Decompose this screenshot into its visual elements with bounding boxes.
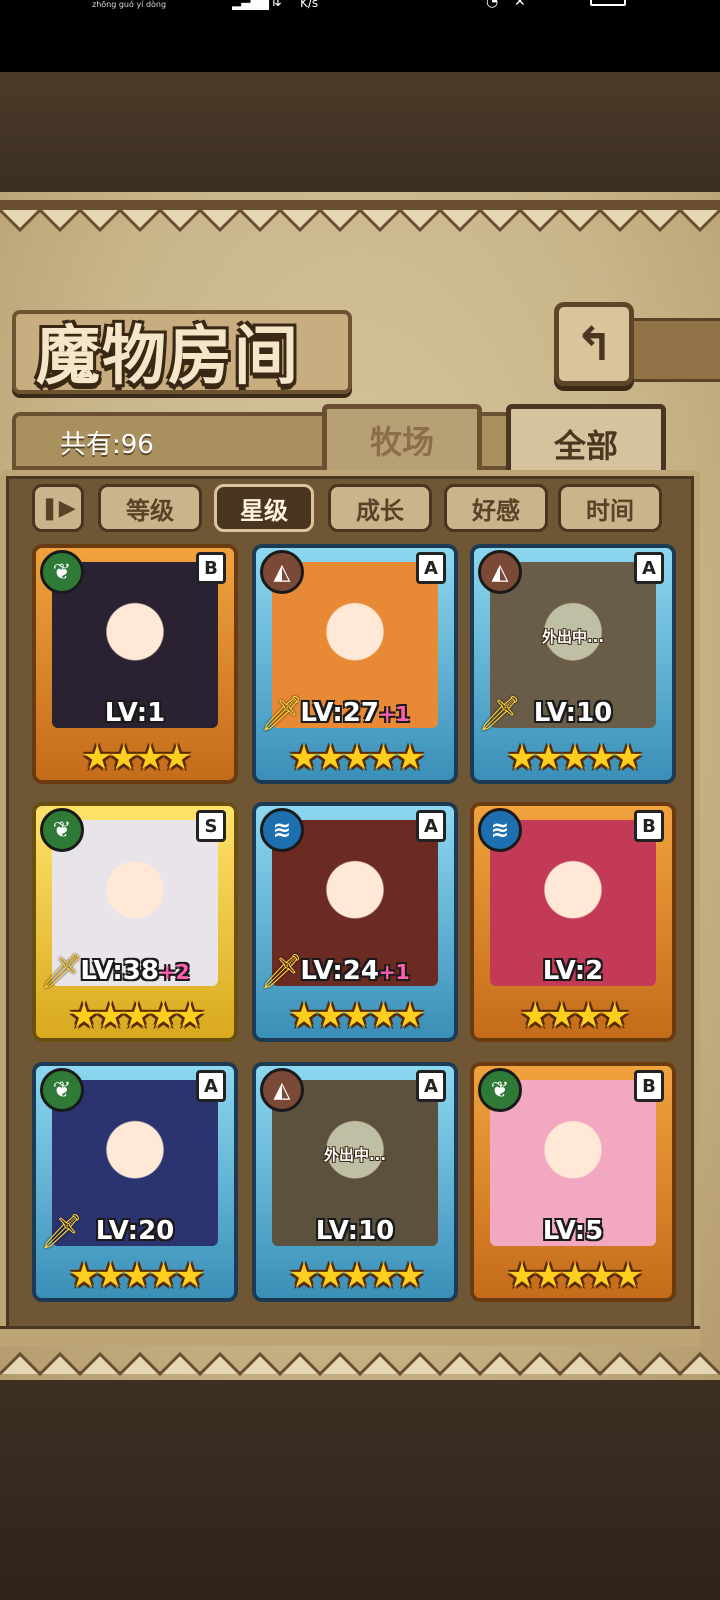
level-label: LV:1 [32, 698, 238, 728]
wifi-icon: ⇅ [270, 0, 282, 10]
water-element-icon: ≋ [260, 808, 304, 852]
star-rating: ★★★★★ [68, 1256, 205, 1296]
monster-card[interactable]: ≋ B LV:2 ★★★★ [470, 802, 676, 1042]
monster-count: 共有:96 [60, 430, 154, 460]
level-value: LV:5 [542, 1216, 604, 1246]
nature-element-icon: ❦ [40, 550, 84, 594]
level-value: LV:10 [533, 698, 613, 728]
star-rating: ★★★★★ [506, 1256, 643, 1296]
back-button-rail [620, 318, 720, 382]
earth-element-icon: ◭ [260, 550, 304, 594]
rank-badge: A [416, 1070, 446, 1102]
nature-element-icon: ❦ [40, 808, 84, 852]
monster-card[interactable]: ◭ A 外出中... LV:10 ★★★★★ [252, 1062, 458, 1302]
monster-card[interactable]: ≋ A 🗡 LV:24+1 ★★★★★ [252, 802, 458, 1042]
monster-card[interactable]: ◭ A 🗡 LV:27+1 ★★★★★ [252, 544, 458, 784]
level-label: LV:10 [252, 1216, 458, 1246]
star-rating: ★★★★ [82, 738, 192, 778]
tab-all[interactable]: 全部 [506, 404, 666, 478]
tab-all-label: 全部 [553, 426, 618, 465]
star-rating: ★★★★★ [506, 738, 643, 778]
monster-card[interactable]: ❦ S 🗡 LV:38+2 ★★★★★ [32, 802, 238, 1042]
level-label: LV:27+1 [252, 698, 458, 728]
level-value: LV:38 [80, 956, 159, 986]
map-background-top [0, 72, 720, 202]
level-label: LV:5 [470, 1216, 676, 1246]
battery-icon [590, 0, 626, 6]
tab-farm[interactable]: 牧场 [322, 404, 482, 470]
water-element-icon: ≋ [478, 808, 522, 852]
level-value: LV:10 [315, 1216, 395, 1246]
network-speed: K/s [300, 0, 319, 10]
level-value: LV:1 [104, 698, 166, 728]
sort-level-label: 等级 [126, 496, 174, 525]
status-bar: zhōng guó yí dòng ▂▄▆█ ⇅ K/s ◔ ✕ [0, 0, 720, 72]
star-rating: ★★★★★ [68, 996, 205, 1036]
level-label: LV:24+1 [252, 956, 458, 986]
back-arrow-icon: ↰ [574, 317, 614, 371]
star-rating: ★★★★★ [288, 996, 425, 1036]
rank-badge: S [196, 810, 226, 842]
mute-icon: ✕ [514, 0, 526, 10]
rank-badge: A [416, 810, 446, 842]
level-bonus: +1 [378, 960, 410, 984]
earth-element-icon: ◭ [478, 550, 522, 594]
rank-badge: B [634, 810, 664, 842]
level-label: LV:20 [32, 1216, 238, 1246]
panel-bottom-rail [0, 1326, 700, 1346]
star-rating: ★★★★★ [288, 1256, 425, 1296]
map-background-bottom [0, 1380, 720, 1600]
sort-growth-label: 成长 [356, 496, 404, 525]
monster-card[interactable]: ❦ B LV:5 ★★★★★ [470, 1062, 676, 1302]
signal-icon: ▂▄▆█ [232, 0, 269, 10]
zigzag-border-bottom [0, 1351, 720, 1377]
level-label: LV:38+2 [32, 956, 238, 986]
level-value: LV:24 [300, 956, 379, 986]
star-rating: ★★★★★ [288, 738, 425, 778]
level-value: LV:27 [300, 698, 379, 728]
sort-order-toggle[interactable]: ❚▶ [32, 484, 84, 532]
pause-toggle-icon: ❚▶ [40, 495, 76, 521]
rank-badge: A [196, 1070, 226, 1102]
alarm-icon: ◔ [486, 0, 499, 10]
sort-time-button[interactable]: 时间 [558, 484, 662, 532]
earth-element-icon: ◭ [260, 1068, 304, 1112]
sort-star-label: 星级 [240, 496, 288, 525]
sort-star-button[interactable]: 星级 [214, 484, 314, 532]
nature-element-icon: ❦ [40, 1068, 84, 1112]
level-bonus: +2 [158, 960, 190, 984]
monster-card[interactable]: ◭ A 🗡 外出中... LV:10 ★★★★★ [470, 544, 676, 784]
sort-time-label: 时间 [586, 496, 634, 525]
sort-affection-label: 好感 [472, 496, 520, 525]
sort-level-button[interactable]: 等级 [98, 484, 202, 532]
rank-badge: A [416, 552, 446, 584]
sort-affection-button[interactable]: 好感 [444, 484, 548, 532]
tab-farm-label: 牧场 [369, 422, 434, 461]
sort-filter-bar: ❚▶ 等级 星级 成长 好感 时间 [32, 484, 672, 534]
page-title: 魔物房间 [36, 320, 300, 394]
rank-badge: A [634, 552, 664, 584]
away-status: 外出中... [323, 1146, 387, 1164]
nature-element-icon: ❦ [478, 1068, 522, 1112]
monster-card[interactable]: ❦ A 🗡 LV:20 ★★★★★ [32, 1062, 238, 1302]
away-status: 外出中... [541, 628, 605, 646]
back-button[interactable]: ↰ [554, 302, 634, 386]
level-value: LV:20 [95, 1216, 175, 1246]
sort-growth-button[interactable]: 成长 [328, 484, 432, 532]
rank-badge: B [634, 1070, 664, 1102]
rank-badge: B [196, 552, 226, 584]
level-bonus: +1 [378, 702, 410, 726]
monster-card[interactable]: ❦ B LV:1 ★★★★ [32, 544, 238, 784]
carrier-label: zhōng guó yí dòng [92, 0, 167, 9]
level-label: LV:10 [470, 698, 676, 728]
zigzag-border-top [0, 200, 720, 233]
level-label: LV:2 [470, 956, 676, 986]
star-rating: ★★★★ [520, 996, 630, 1036]
level-value: LV:2 [542, 956, 604, 986]
